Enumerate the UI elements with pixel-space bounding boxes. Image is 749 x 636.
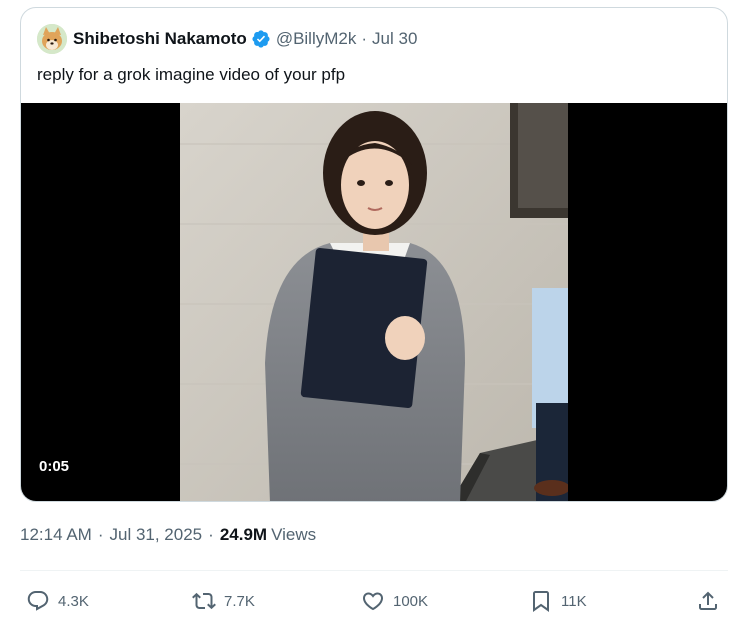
video-player[interactable]: 0:05 (21, 103, 727, 501)
like-button[interactable]: 100K (361, 585, 428, 617)
like-count: 100K (393, 592, 429, 610)
author-handle[interactable]: @BillyM2k (276, 29, 357, 49)
video-timestamp: 0:05 (39, 458, 70, 475)
repost-count: 7.7K (224, 592, 255, 610)
post-metadata: 12:14 AM · Jul 31, 2025 · 24.9M Views (20, 525, 316, 545)
quoted-post-card[interactable]: Shibetoshi Nakamoto @BillyM2k · Jul 30 r… (20, 7, 728, 502)
separator-dot: · (361, 29, 368, 48)
views-count[interactable]: 24.9M (220, 525, 267, 545)
share-button[interactable] (696, 585, 720, 617)
quoted-post-header: Shibetoshi Nakamoto @BillyM2k · Jul 30 (37, 22, 417, 56)
video-thumbnail (180, 103, 568, 501)
quoted-post-date[interactable]: Jul 30 (372, 29, 417, 49)
reply-icon (27, 591, 49, 611)
bookmark-button[interactable]: 11K (529, 585, 587, 617)
separator-dot: · (97, 525, 104, 544)
reply-button[interactable]: 4.3K (26, 585, 89, 617)
bookmark-icon (533, 591, 549, 612)
verified-badge-icon (252, 30, 270, 48)
reply-count: 4.3K (58, 592, 89, 610)
divider (20, 570, 728, 571)
heart-icon (362, 592, 384, 611)
author-name[interactable]: Shibetoshi Nakamoto (73, 29, 247, 49)
bookmark-count: 11K (561, 592, 587, 610)
share-icon (699, 591, 717, 610)
views-label[interactable]: Views (271, 525, 316, 545)
repost-icon (192, 592, 216, 610)
post-date[interactable]: Jul 31, 2025 (110, 525, 203, 545)
avatar[interactable] (37, 24, 67, 54)
separator-dot: · (208, 525, 214, 544)
repost-button[interactable]: 7.7K (192, 585, 255, 617)
post-actions-bar: 4.3K 7.7K 100K 11K (0, 585, 749, 617)
post-time[interactable]: 12:14 AM (20, 525, 92, 545)
quoted-post-text: reply for a grok imagine video of your p… (37, 65, 346, 84)
